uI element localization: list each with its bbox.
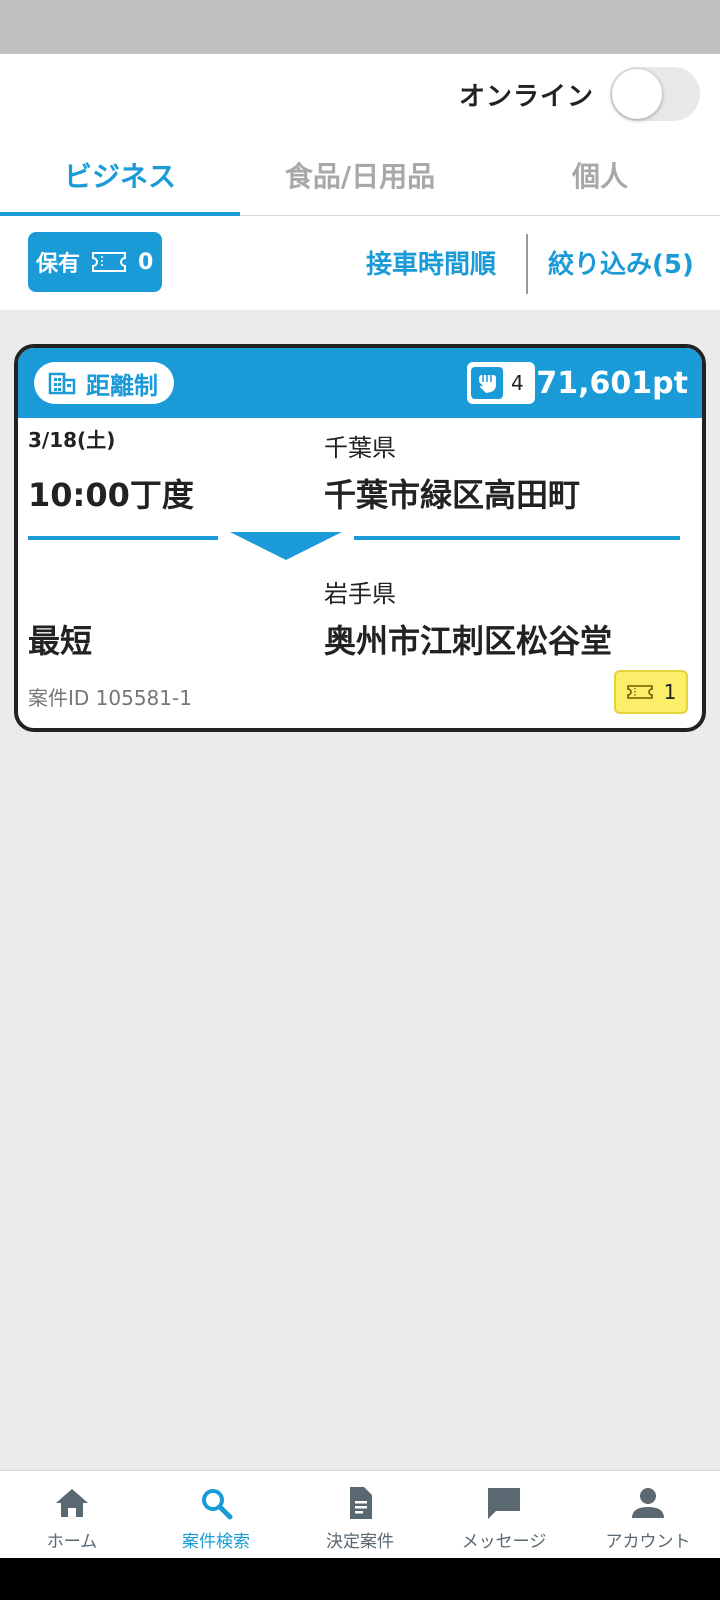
- arrival-time: 最短: [28, 622, 93, 660]
- nav-messages-label: メッセージ: [461, 1532, 547, 1552]
- system-nav-bar: [0, 1558, 720, 1600]
- pickup-date: 3/18(土): [28, 428, 116, 452]
- search-icon: [202, 1489, 233, 1520]
- route-arrow-icon: [230, 532, 342, 560]
- required-ticket-count: 1: [663, 680, 677, 704]
- tab-business[interactable]: ビジネス: [0, 134, 240, 216]
- pricing-type-badge: 距離制: [34, 362, 174, 404]
- divider: [526, 234, 528, 294]
- filter-bar: 保有 0 接車時間順 絞り込み(5): [0, 216, 720, 310]
- category-tabs: ビジネス 食品/日用品 個人: [0, 134, 720, 216]
- document-icon: [350, 1487, 372, 1519]
- job-card-header: 距離制 4 71,601pt: [18, 348, 702, 418]
- account-icon: [632, 1488, 664, 1518]
- online-status: オンライン: [459, 66, 700, 122]
- nav-confirmed-jobs[interactable]: 決定案件: [288, 1471, 432, 1558]
- destination-prefecture: 岩手県: [324, 580, 396, 608]
- owned-count: 0: [138, 249, 154, 275]
- effort-badge: 4: [467, 362, 535, 404]
- nav-account-label: アカウント: [605, 1532, 691, 1552]
- nav-messages[interactable]: メッセージ: [432, 1471, 576, 1558]
- filter-button[interactable]: 絞り込み(5): [548, 232, 694, 292]
- pricing-type-label: 距離制: [86, 371, 158, 400]
- case-id: 案件ID 105581-1: [28, 686, 192, 710]
- nav-search-label: 案件検索: [182, 1532, 250, 1552]
- online-toggle[interactable]: [610, 67, 700, 121]
- pickup-time: 10:00丁度: [28, 476, 194, 514]
- owned-label: 保有: [36, 252, 81, 277]
- toggle-knob: [612, 69, 662, 119]
- effort-count: 4: [511, 371, 524, 395]
- fist-icon: [471, 367, 503, 399]
- tab-personal[interactable]: 個人: [480, 134, 720, 215]
- destination-address: 奥州市江刺区松谷堂: [324, 622, 613, 660]
- route-line-left: [28, 536, 218, 540]
- owned-tickets-button[interactable]: 保有 0: [28, 232, 162, 292]
- nav-account[interactable]: アカウント: [576, 1471, 720, 1558]
- sort-button[interactable]: 接車時間順: [366, 232, 496, 292]
- nav-search[interactable]: 案件検索: [144, 1471, 288, 1558]
- building-icon: [48, 372, 76, 395]
- origin-address: 千葉市緑区高田町: [324, 476, 581, 514]
- reward-points: 71,601pt: [536, 365, 688, 401]
- bottom-navigation: ホーム 案件検索 決定案件 メッセージ アカウント: [0, 1470, 720, 1558]
- online-label: オンライン: [458, 81, 594, 112]
- required-ticket-badge: 1: [614, 670, 688, 714]
- route-line-right: [354, 536, 680, 540]
- header: オンライン ビジネス 食品/日用品 個人 保有 0 接車時間順 絞り込み(5): [0, 54, 720, 310]
- nav-home-label: ホーム: [46, 1532, 98, 1552]
- home-icon: [56, 1489, 88, 1517]
- status-bar: [0, 0, 720, 54]
- tab-food-daily[interactable]: 食品/日用品: [240, 134, 480, 215]
- ticket-icon: [92, 252, 127, 272]
- message-icon: [488, 1488, 520, 1519]
- origin-prefecture: 千葉県: [324, 434, 396, 462]
- nav-confirmed-label: 決定案件: [326, 1532, 394, 1552]
- job-card[interactable]: 距離制 4 71,601pt 3/18(土) 10:00丁度 千葉県 千葉市緑区…: [14, 344, 706, 732]
- nav-home[interactable]: ホーム: [0, 1471, 144, 1558]
- ticket-icon: [626, 685, 653, 699]
